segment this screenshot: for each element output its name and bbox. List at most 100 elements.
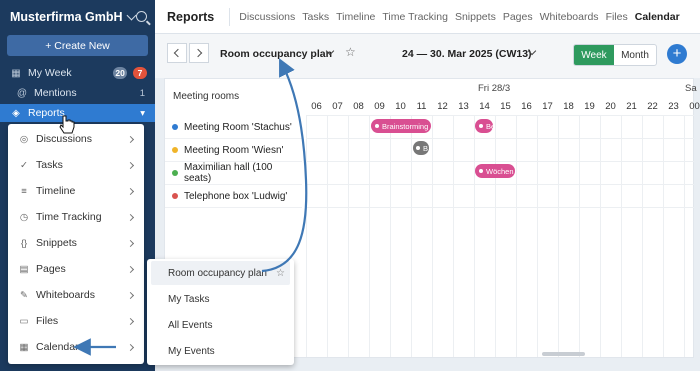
hour-gridline bbox=[495, 115, 496, 357]
menu-item-tasks[interactable]: ✓ Tasks bbox=[8, 152, 144, 178]
submenu-item-my-events[interactable]: My Events bbox=[151, 339, 290, 363]
org-switcher[interactable]: Musterfirma GmbH bbox=[0, 0, 155, 34]
room-row[interactable]: Maximilian hall (100 seats) bbox=[165, 162, 302, 185]
room-row[interactable]: Meeting Room 'Stachus' bbox=[165, 116, 302, 139]
page-title: Reports bbox=[167, 9, 215, 24]
tasks-icon: ✓ bbox=[20, 159, 28, 171]
event-chip[interactable]: Brainstorming bbox=[371, 119, 431, 133]
menu-item-discussions[interactable]: ◎ Discussions bbox=[8, 126, 144, 152]
view-switcher: Week Month bbox=[573, 44, 657, 66]
menu-item-label: Files bbox=[36, 315, 59, 327]
menu-item-pages[interactable]: ▤ Pages bbox=[8, 256, 144, 282]
hour-gridline bbox=[432, 115, 433, 357]
caret-down-icon: ▾ bbox=[140, 107, 145, 119]
submenu-item-room-occupancy-plan[interactable]: Room occupancy plan ☆ bbox=[151, 261, 290, 285]
week-view-button[interactable]: Week bbox=[574, 45, 614, 65]
star-icon[interactable]: ☆ bbox=[276, 268, 285, 279]
star-icon[interactable]: ☆ bbox=[345, 45, 356, 59]
chevron-right-icon bbox=[126, 187, 135, 195]
chevron-right-icon bbox=[126, 265, 135, 273]
event-dot bbox=[479, 124, 483, 128]
menu-item-files[interactable]: ▭ Files bbox=[8, 308, 144, 334]
tab-pages[interactable]: Pages bbox=[503, 11, 533, 23]
calendar-toolbar: Room occupancy plan ☆ 24 — 30. Mar 2025 … bbox=[155, 34, 700, 78]
row-gridline bbox=[306, 138, 694, 139]
menu-item-label: Tasks bbox=[36, 159, 63, 171]
event-chip[interactable]: Be bbox=[475, 119, 493, 133]
menu-item-timeline[interactable]: ≡ Timeline bbox=[8, 178, 144, 204]
org-name: Musterfirma GmbH bbox=[10, 10, 123, 24]
menu-item-whiteboards[interactable]: ✎ Whiteboards bbox=[8, 282, 144, 308]
menu-item-label: Snippets bbox=[36, 237, 77, 249]
room-row[interactable]: Telephone box 'Ludwig' bbox=[165, 185, 302, 208]
hour-label: 11 bbox=[416, 101, 427, 112]
event-chip[interactable]: B bbox=[413, 141, 429, 155]
tab-time-tracking[interactable]: Time Tracking bbox=[382, 11, 448, 23]
sidebar-item-reports[interactable]: ◈ Reports ▾ bbox=[0, 104, 155, 122]
tab-snippets[interactable]: Snippets bbox=[455, 11, 496, 23]
pages-icon: ▤ bbox=[19, 263, 29, 275]
tab-tasks[interactable]: Tasks bbox=[302, 11, 329, 23]
room-row[interactable]: Meeting Room 'Wiesn' bbox=[165, 139, 302, 162]
submenu-item-label: My Events bbox=[168, 345, 215, 357]
submenu-item-all-events[interactable]: All Events bbox=[151, 313, 290, 337]
tab-calendar[interactable]: Calendar bbox=[635, 11, 680, 23]
search-icon[interactable] bbox=[136, 11, 147, 22]
hour-gridline bbox=[642, 115, 643, 357]
chevron-right-icon bbox=[126, 343, 135, 351]
event-chip[interactable]: Wöchen bbox=[475, 164, 515, 178]
event-title: Brainstorming bbox=[382, 121, 429, 131]
menu-item-label: Pages bbox=[36, 263, 66, 275]
tab-discussions[interactable]: Discussions bbox=[239, 11, 295, 23]
time-tracking-icon: ◷ bbox=[19, 211, 29, 223]
hour-label: 17 bbox=[542, 101, 553, 112]
event-title: B bbox=[423, 143, 429, 153]
at-icon: @ bbox=[16, 87, 28, 99]
hour-label: 09 bbox=[374, 101, 385, 112]
hour-gridline bbox=[537, 115, 538, 357]
hour-label: 08 bbox=[353, 101, 364, 112]
chevron-right-icon bbox=[126, 239, 135, 247]
add-event-button[interactable]: + bbox=[667, 44, 687, 64]
timeline-icon: ≡ bbox=[21, 185, 27, 197]
room-name: Telephone box 'Ludwig' bbox=[184, 190, 288, 202]
menu-item-label: Time Tracking bbox=[36, 211, 102, 223]
week-selector[interactable]: 24 — 30. Mar 2025 (CW13) bbox=[402, 48, 532, 60]
hour-gridline bbox=[516, 115, 517, 357]
event-title: Be bbox=[486, 121, 493, 131]
plan-selector[interactable]: Room occupancy plan bbox=[220, 48, 332, 60]
event-dot bbox=[416, 146, 420, 150]
next-week-button[interactable] bbox=[189, 43, 209, 63]
divider bbox=[229, 7, 231, 26]
chevron-down-icon bbox=[126, 10, 136, 20]
room-color-dot bbox=[172, 193, 178, 199]
sidebar-item-mentions[interactable]: @ Mentions 1 bbox=[0, 84, 155, 102]
hour-label: 00 bbox=[689, 101, 700, 112]
prev-week-button[interactable] bbox=[167, 43, 187, 63]
chevron-right-icon bbox=[126, 213, 135, 221]
hour-gridline bbox=[621, 115, 622, 357]
event-dot bbox=[479, 169, 483, 173]
hour-gridline bbox=[579, 115, 580, 357]
chevron-left-icon bbox=[173, 48, 183, 58]
row-gridline bbox=[306, 184, 694, 185]
tab-whiteboards[interactable]: Whiteboards bbox=[540, 11, 599, 23]
horizontal-scrollbar[interactable] bbox=[542, 352, 585, 356]
tab-files[interactable]: Files bbox=[606, 11, 628, 23]
mentions-count: 1 bbox=[139, 87, 145, 99]
hour-label: 13 bbox=[458, 101, 469, 112]
month-view-button[interactable]: Month bbox=[614, 45, 656, 65]
sidebar-item-my-week[interactable]: ▦ My Week 20 7 bbox=[0, 64, 155, 82]
create-new-button[interactable]: + Create New bbox=[7, 35, 148, 56]
submenu-item-my-tasks[interactable]: My Tasks bbox=[151, 287, 290, 311]
menu-item-label: Timeline bbox=[36, 185, 76, 197]
menu-item-time-tracking[interactable]: ◷ Time Tracking bbox=[8, 204, 144, 230]
menu-item-calendar[interactable]: ▦ Calendar bbox=[8, 334, 144, 360]
tab-timeline[interactable]: Timeline bbox=[336, 11, 375, 23]
hour-gridline bbox=[306, 115, 307, 357]
menu-item-snippets[interactable]: {} Snippets bbox=[8, 230, 144, 256]
hour-label: 10 bbox=[395, 101, 406, 112]
chevron-right-icon bbox=[126, 161, 135, 169]
hour-gridline bbox=[348, 115, 349, 357]
hour-gridline bbox=[369, 115, 370, 357]
